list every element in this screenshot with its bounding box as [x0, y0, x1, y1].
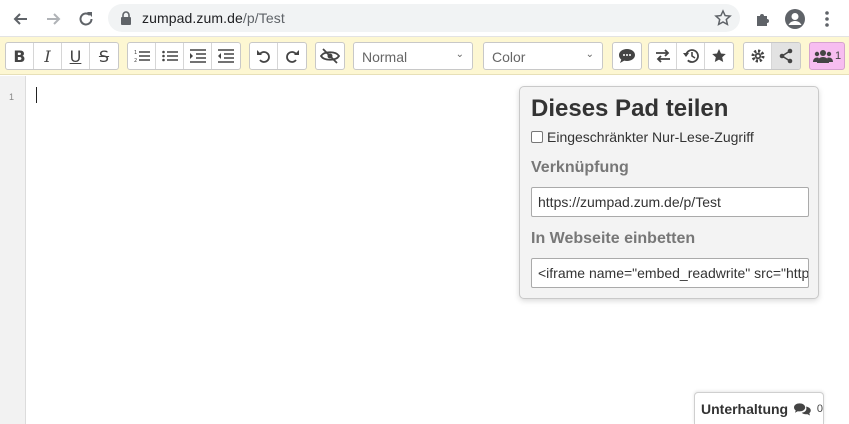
share-popup-title: Dieses Pad teilen	[531, 95, 729, 122]
history-icon	[682, 49, 699, 63]
svg-text:1: 1	[134, 50, 137, 56]
editor-toolbar: B I U S 12 Normal ⌄ Color ⌄ 1	[0, 37, 849, 75]
reload-button[interactable]	[73, 6, 99, 32]
undo-button[interactable]	[250, 43, 278, 69]
line-number: 1	[9, 92, 15, 102]
chevron-down-icon: ⌄	[585, 49, 594, 60]
extensions-button[interactable]	[750, 6, 776, 32]
users-icon	[812, 50, 833, 63]
share-link-field[interactable]: https://zumpad.zum.de/p/Test	[531, 187, 809, 217]
import-export-button[interactable]	[649, 43, 677, 69]
underline-icon: U	[69, 46, 82, 66]
browser-chrome: zumpad.zum.de/p/Test	[0, 0, 849, 37]
share-icon	[779, 48, 793, 64]
gear-icon	[751, 49, 764, 63]
ordered-list-button[interactable]: 12	[128, 43, 156, 69]
share-button[interactable]	[772, 43, 800, 69]
readonly-checkbox[interactable]	[531, 131, 543, 143]
bold-button[interactable]: B	[6, 43, 34, 69]
comment-group	[612, 42, 642, 70]
eye-slash-icon	[320, 48, 340, 64]
redo-icon	[286, 50, 299, 63]
outdent-icon	[218, 49, 234, 63]
indent-button[interactable]	[184, 43, 212, 69]
swap-arrows-icon	[655, 49, 670, 63]
ordered-list-icon: 12	[134, 50, 150, 63]
text-cursor	[36, 87, 37, 103]
format-group: B I U S	[5, 42, 119, 70]
save-revision-button[interactable]	[705, 43, 733, 69]
embed-code-field[interactable]: <iframe name="embed_readwrite" src="http…	[531, 258, 809, 288]
bullet-list-icon	[161, 50, 178, 62]
undo-icon	[256, 50, 270, 63]
history-group	[249, 42, 307, 70]
chat-bubbles-icon	[794, 402, 811, 416]
embed-heading: In Webseite einbetten	[531, 230, 696, 247]
color-select-value: Color	[492, 49, 526, 65]
chat-tab[interactable]: Unterhaltung 0	[694, 392, 824, 424]
reload-icon	[79, 12, 93, 26]
indent-icon	[189, 49, 206, 63]
users-button[interactable]: 1	[809, 42, 845, 70]
strikethrough-icon: S	[98, 46, 110, 66]
outdent-button[interactable]	[212, 43, 240, 69]
italic-icon: I	[44, 46, 51, 66]
share-popup: Dieses Pad teilen Eingeschränkter Nur-Le…	[519, 86, 819, 299]
settings-group	[743, 42, 801, 70]
timeslider-button[interactable]	[677, 43, 705, 69]
profile-button[interactable]	[782, 6, 808, 32]
address-bar[interactable]: zumpad.zum.de/p/Test	[108, 4, 740, 32]
chat-label: Unterhaltung	[701, 400, 789, 417]
users-count: 1	[834, 50, 842, 62]
chevron-down-icon: ⌄	[455, 49, 464, 60]
star-icon	[712, 49, 726, 62]
authorship-group	[315, 42, 345, 70]
comment-button[interactable]	[613, 43, 641, 69]
list-group: 12	[127, 42, 241, 70]
forward-arrow-icon	[47, 13, 61, 25]
url-path: /p/Test	[242, 10, 285, 26]
back-arrow-icon	[13, 13, 27, 25]
underline-button[interactable]: U	[62, 43, 90, 69]
kebab-menu-icon	[825, 11, 829, 27]
account-icon	[785, 9, 805, 29]
back-button[interactable]	[8, 6, 34, 32]
browser-menu-button[interactable]	[814, 6, 840, 32]
strikethrough-button[interactable]: S	[90, 43, 118, 69]
unordered-list-button[interactable]	[156, 43, 184, 69]
chat-count: 0	[816, 402, 823, 415]
heading-select-value: Normal	[362, 49, 408, 65]
forward-button[interactable]	[40, 6, 66, 32]
comment-icon	[619, 49, 635, 63]
svg-text:2: 2	[134, 58, 137, 63]
tools-group	[648, 42, 734, 70]
color-select[interactable]: Color ⌄	[483, 42, 603, 70]
bold-icon: B	[13, 46, 26, 66]
clear-authorship-button[interactable]	[316, 43, 344, 69]
readonly-label: Eingeschränkter Nur-Lese-Zugriff	[547, 129, 754, 145]
redo-button[interactable]	[278, 43, 306, 69]
url-host: zumpad.zum.de	[142, 10, 243, 26]
italic-button[interactable]: I	[34, 43, 62, 69]
settings-button[interactable]	[744, 43, 772, 69]
lock-icon	[121, 11, 131, 25]
url-text: zumpad.zum.de/p/Test	[142, 10, 285, 26]
heading-select[interactable]: Normal ⌄	[353, 42, 473, 70]
readonly-option[interactable]: Eingeschränkter Nur-Lese-Zugriff	[531, 129, 754, 145]
puzzle-icon	[757, 14, 769, 26]
link-heading: Verknüpfung	[531, 159, 629, 176]
bookmark-star-icon[interactable]	[714, 9, 732, 27]
line-gutter: 1	[0, 76, 26, 424]
